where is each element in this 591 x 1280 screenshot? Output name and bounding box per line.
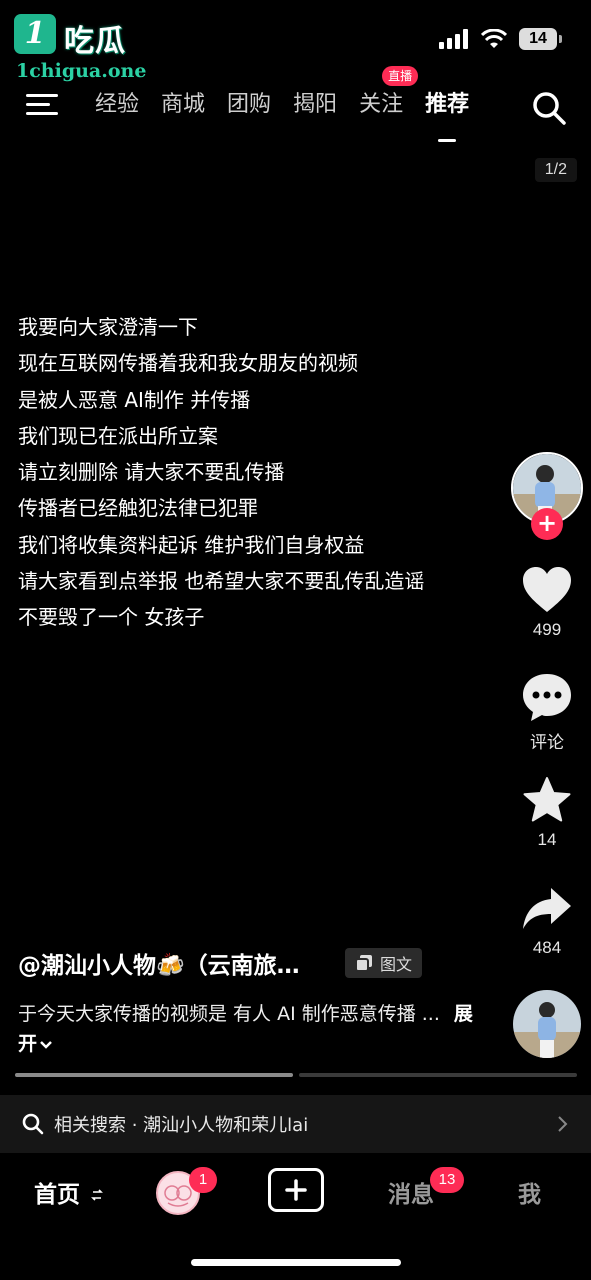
post-line: 我要向大家澄清一下 [18,315,198,339]
image-progress [15,1073,577,1077]
music-disc[interactable] [513,990,581,1058]
create-button[interactable] [268,1168,324,1212]
tab-messages[interactable]: 消息 [388,1175,434,1209]
battery-indicator: 14 [519,28,562,50]
post-line: 不要毁了一个 女孩子 [18,605,205,630]
wifi-icon [481,29,507,48]
plus-icon [285,1179,307,1201]
follow-button[interactable]: + [531,508,563,540]
post-line: 现在互联网传播着我和我女朋友的视频 [18,351,358,376]
chevron-down-icon [40,1041,52,1049]
tab-following-label: 关注 [359,92,404,117]
search-icon [22,1113,44,1135]
like-button[interactable]: 499 [506,566,588,640]
author-avatar-group: + [511,452,583,540]
top-nav: 经验 商城 团购 揭阳 关注 直播 推荐 [0,66,591,142]
search-icon[interactable] [531,90,567,126]
favorite-button[interactable]: 14 [506,776,588,850]
share-button[interactable]: 484 [506,886,588,958]
image-text-icon [355,955,372,972]
tab-bar: 经验 商城 团购 揭阳 关注 直播 推荐 [72,66,480,142]
tab-group-buy[interactable]: 团购 [216,88,282,122]
share-icon [523,888,571,929]
author-name[interactable]: @潮汕小人物🍻（云南旅… [18,946,300,980]
heart-icon [523,567,571,612]
cellular-signal-icon [439,29,468,49]
watermark-logo: 1 [14,14,56,54]
share-count: 484 [532,938,562,957]
tab-following[interactable]: 关注 直播 [348,66,419,122]
page-indicator: 1/2 [534,158,577,182]
post-line: 请立刻删除 请大家不要乱传播 [18,460,285,485]
live-badge: 直播 [382,66,419,86]
post-type-badge: 图文 [345,948,423,978]
progress-segment-active [15,1073,293,1077]
tab-home-label: 首页 [34,1182,80,1208]
post-line: 传播者已经触犯法律已犯罪 [18,496,258,521]
watermark-url: 1chigua.one [16,60,147,82]
post-line: 是被人恶意 AI制作 并传播 [18,387,251,412]
tab-local-jieyang[interactable]: 揭阳 [282,88,348,122]
caption-text: 于今天大家传播的视频是 有人 AI 制作恶意传播 ... [18,1003,440,1025]
post-line: 我们现已在派出所立案 [18,423,218,448]
bottom-tab-bar: 首页 1 消息 13 我 [0,1155,591,1280]
comment-icon [523,674,571,721]
watermark-name: 吃瓜 [64,24,126,59]
tab-recommended[interactable]: 推荐 [414,88,480,142]
tab-experience[interactable]: 经验 [84,88,150,122]
menu-icon[interactable] [26,92,60,118]
friends-badge: 1 [189,1167,217,1193]
tab-home[interactable]: 首页 [34,1175,104,1209]
post-type-label: 图文 [380,955,413,974]
post-line: 我们将收集资料起诉 维护我们自身权益 [18,532,365,557]
home-indicator [191,1259,401,1266]
messages-badge: 13 [430,1167,464,1193]
related-search-bar[interactable]: 相关搜索 · 潮汕小人物和荣儿lai [0,1095,591,1153]
chevron-right-icon [558,1116,568,1132]
tab-me[interactable]: 我 [518,1175,541,1209]
post-text: 我要向大家澄清一下 现在互联网传播着我和我女朋友的视频 是被人恶意 AI制作 并… [18,309,508,636]
tab-partial[interactable] [72,88,84,122]
favorite-count: 14 [537,830,557,849]
post-line: 请大家看到点举报 也希望大家不要乱传乱造谣 [18,569,425,594]
watermark: 1 吃瓜 1chigua.one [14,14,154,84]
caption: 于今天大家传播的视频是 有人 AI 制作恶意传播 ... 展开 [18,999,488,1059]
status-bar: 1 吃瓜 1chigua.one 14 [0,0,591,82]
star-icon [523,777,571,822]
tab-mall[interactable]: 商城 [150,88,216,122]
related-search-text: 相关搜索 · 潮汕小人物和荣儿lai [54,1115,309,1136]
refresh-icon [91,1189,103,1201]
comment-button[interactable]: 评论 [506,672,588,753]
like-count: 499 [532,620,562,639]
comment-label: 评论 [530,733,564,753]
progress-segment [299,1073,577,1077]
